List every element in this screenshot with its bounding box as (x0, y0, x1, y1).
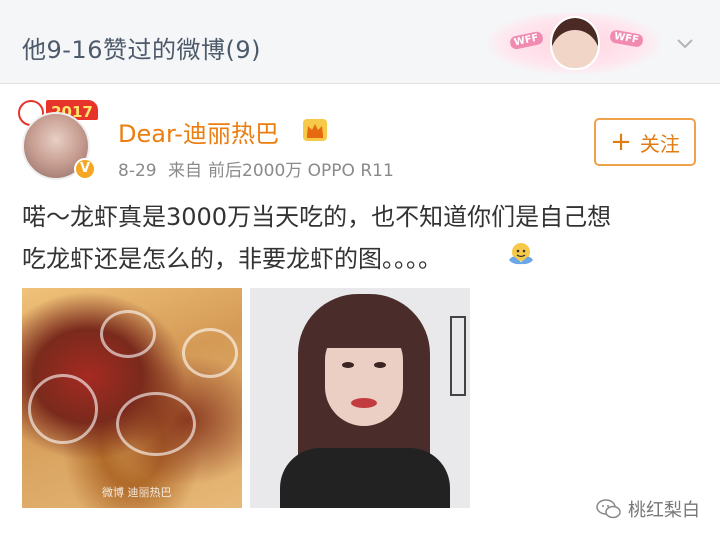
eye (374, 362, 386, 368)
post-source[interactable]: 前后2000万 OPPO R11 (208, 161, 394, 181)
bangs (320, 314, 408, 348)
liked-posts-title: 他9-16赞过的微博(9) (22, 36, 261, 64)
plus-icon: + (610, 127, 632, 157)
eye (342, 362, 354, 368)
post-meta: 8-29 来自 前后2000万 OPPO R11 (118, 156, 400, 181)
banner-avatar (550, 16, 600, 70)
liked-posts-header: 他9-16赞过的微博(9) WFF WFF (0, 0, 720, 84)
follow-label: 关注 (639, 131, 680, 156)
plate (100, 310, 156, 358)
source-prefix: 来自 (168, 161, 202, 181)
coat (280, 448, 450, 508)
banner-badge-left: WFF (509, 30, 544, 51)
post-date: 8-29 (118, 161, 157, 181)
wechat-icon (596, 499, 621, 519)
follow-button[interactable]: + 关注 (594, 118, 696, 166)
plate (28, 374, 98, 444)
verified-icon: V (74, 158, 96, 180)
wall-frame (450, 316, 466, 396)
crown-icon (303, 119, 327, 141)
banner-badge-right: WFF (609, 29, 644, 48)
post-image-lobster[interactable]: 微博 迪丽热巴 (22, 288, 242, 508)
account-watermark: 桃红梨白 (596, 496, 700, 522)
image-watermark: 微博 迪丽热巴 (102, 486, 172, 499)
user-avatar-group[interactable]: 2017 V (16, 96, 106, 186)
post-text: 喏～龙虾真是3000万当天吃的，也不知道你们是自己想吃龙虾还是怎么的，非要龙虾的… (22, 203, 612, 273)
header-banner: WFF WFF (488, 12, 660, 74)
post-image-selfie[interactable] (250, 288, 470, 508)
username[interactable]: Dear-迪丽热巴 (118, 114, 279, 149)
lips (351, 398, 377, 408)
chevron-down-icon[interactable] (676, 34, 694, 52)
watermark-text: 桃红梨白 (628, 500, 700, 521)
plate (116, 392, 196, 456)
plate (182, 328, 238, 378)
emoji-icon (509, 243, 533, 265)
